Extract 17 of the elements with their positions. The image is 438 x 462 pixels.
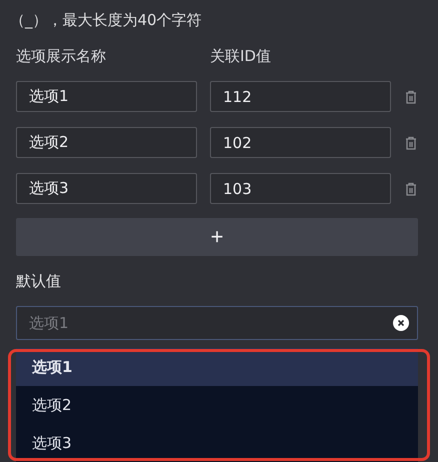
delete-icon[interactable] — [405, 90, 417, 104]
name-field[interactable]: 选项3 — [16, 173, 197, 204]
hint-text: （_），最大长度为40个字符 — [10, 10, 203, 31]
placeholder-text: 选项1 — [29, 314, 69, 332]
field-label: 默认值 — [16, 271, 62, 291]
id-field[interactable]: 102 — [210, 127, 391, 158]
dropdown-item[interactable]: 选项1 — [16, 348, 418, 386]
column-header: 选项展示名称 — [16, 46, 107, 66]
delete-icon[interactable] — [405, 182, 417, 196]
name-field[interactable]: 选项2 — [16, 127, 197, 158]
name-field[interactable]: 选项1 — [16, 81, 197, 112]
delete-icon[interactable] — [405, 136, 417, 150]
id-field[interactable]: 112 — [210, 81, 391, 112]
column-header: 关联ID值 — [210, 46, 272, 66]
id-field[interactable]: 103 — [210, 173, 391, 204]
add-option-button[interactable]: + — [16, 218, 418, 256]
clear-icon[interactable] — [393, 315, 409, 331]
